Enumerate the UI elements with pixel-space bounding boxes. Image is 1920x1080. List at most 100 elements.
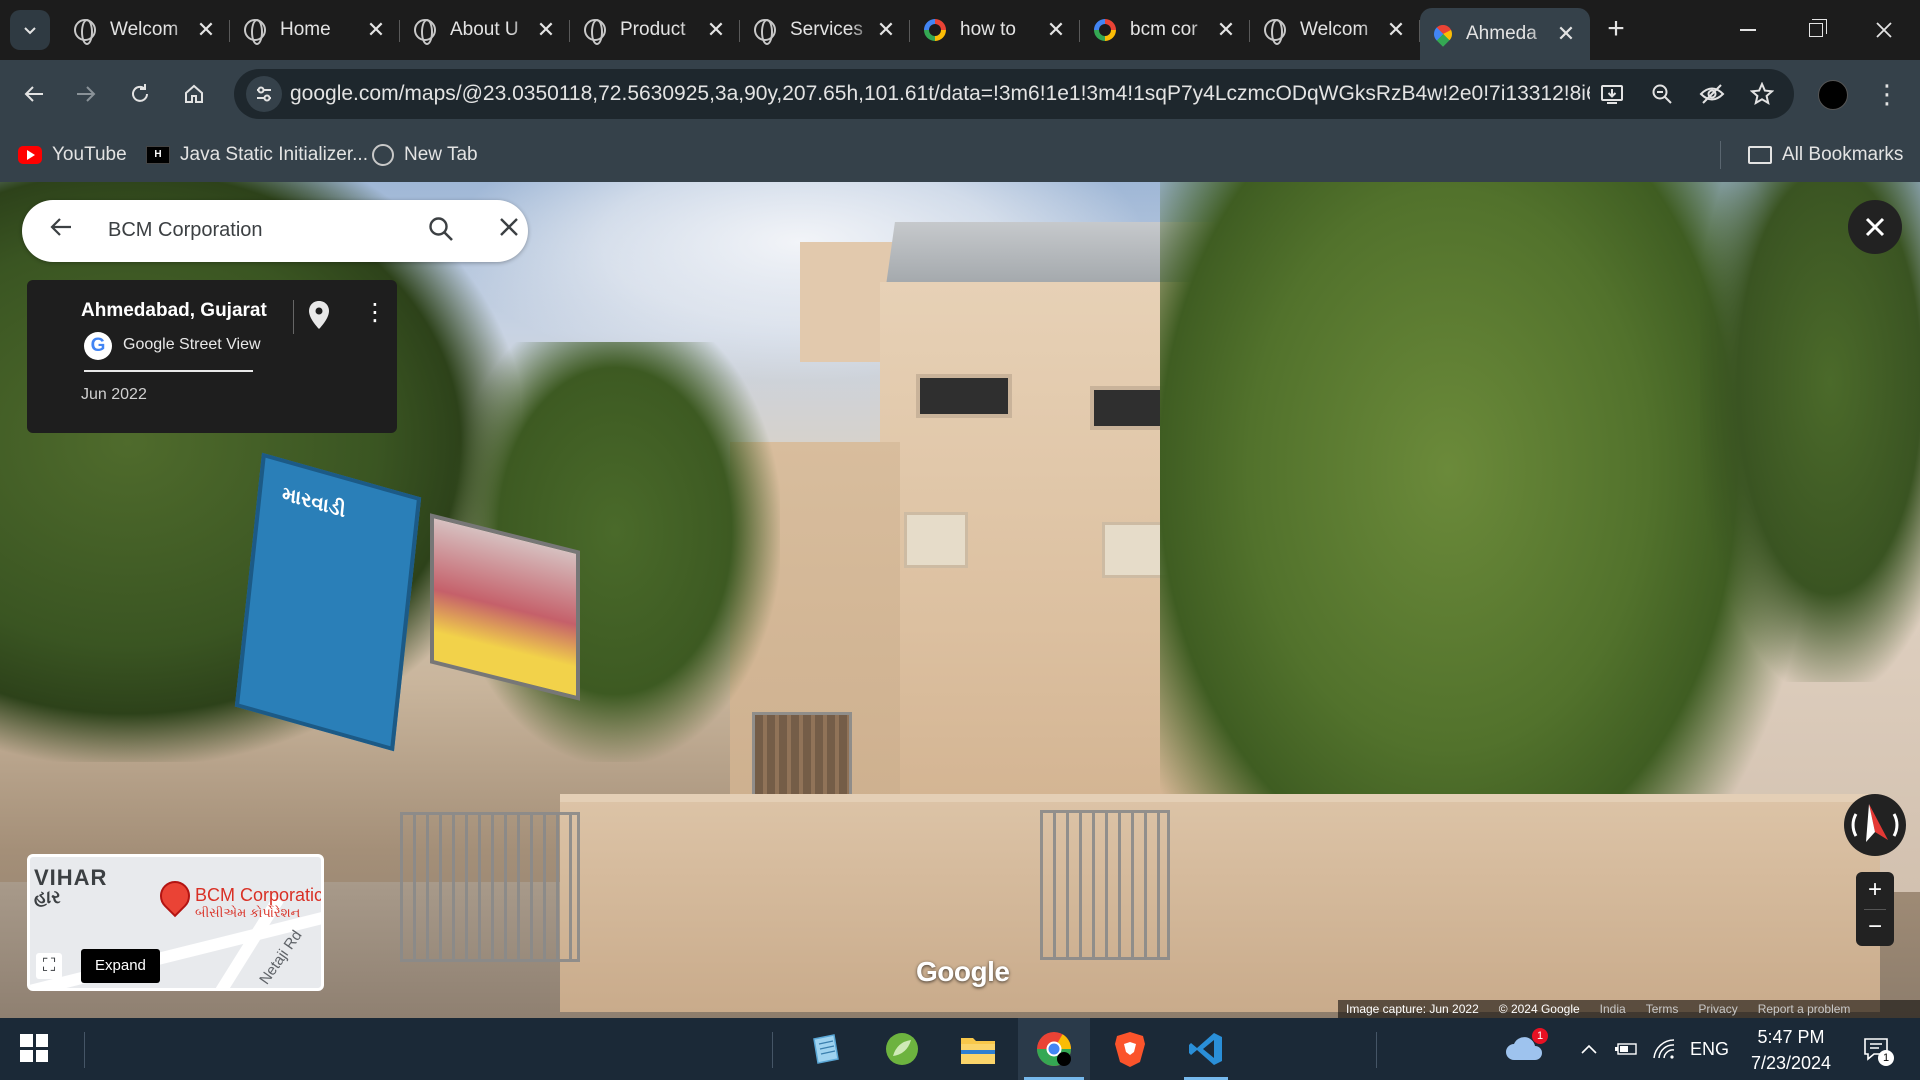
street-view-info-card: Ahmedabad, Gujarat G Google Street View … [27,280,397,433]
tab-close-icon[interactable]: ✕ [876,17,896,43]
notification-count: 1 [1878,1050,1894,1066]
reload-button[interactable] [120,74,160,114]
search-query[interactable]: BCM Corporation [108,219,263,242]
weather-widget[interactable]: 1 [1488,1018,1560,1080]
forward-button[interactable] [66,74,106,114]
tab-title: how to [960,19,1016,40]
profile-avatar[interactable] [1818,80,1848,110]
copyright-label: © 2024 Google [1498,1002,1580,1016]
tab-services[interactable]: Services ✕ [740,8,910,52]
zoom-in-button[interactable]: + [1856,872,1894,909]
taskbar-app-file-explorer[interactable] [942,1018,1014,1080]
report-problem-link[interactable]: Report a problem [1758,1002,1851,1016]
compass-control[interactable] [1844,794,1906,856]
tab-close-icon[interactable]: ✕ [1386,17,1406,43]
taskbar-app-chrome[interactable] [1018,1018,1090,1080]
back-arrow-icon[interactable] [44,214,78,248]
tab-home[interactable]: Home ✕ [230,8,400,52]
tab-bcm[interactable]: bcm cor ✕ [1080,8,1250,52]
close-icon [1865,217,1885,237]
start-button[interactable] [20,1034,48,1062]
taskbar-app-brave[interactable] [1094,1018,1166,1080]
zoom-control: + − [1856,872,1894,946]
bookmark-label: Java Static Initializer... [180,144,368,165]
google-maps-icon [1430,21,1456,47]
show-hidden-icons[interactable] [1580,1018,1598,1080]
clear-search-icon[interactable] [492,212,526,246]
taskbar-app-spring[interactable] [866,1018,938,1080]
home-button[interactable] [174,74,214,114]
action-center-button[interactable]: 1 [1862,1018,1894,1080]
terms-link[interactable]: Terms [1646,1002,1679,1016]
taskbar-clock[interactable]: 5:47 PM 7/23/2024 [1736,1024,1846,1076]
windows-logo-icon [35,1049,48,1062]
wifi-indicator[interactable] [1652,1018,1676,1080]
eye-off-icon[interactable] [1698,80,1726,108]
bookmark-java-static[interactable]: H Java Static Initializer... [146,140,368,170]
restore-button[interactable] [1782,0,1850,60]
browser-menu-icon[interactable]: ⋮ [1872,78,1902,112]
back-button[interactable] [14,74,54,114]
tab-close-icon[interactable]: ✕ [1556,21,1576,47]
site-info-button[interactable] [246,76,282,112]
region-link[interactable]: India [1600,1002,1626,1016]
bookmark-new-tab[interactable]: New Tab [372,140,478,170]
capture-date-selector[interactable]: Jun 2022 [81,386,147,404]
install-app-icon[interactable] [1598,80,1626,108]
tab-how-to[interactable]: how to ✕ [910,8,1080,52]
more-options-icon[interactable]: ⋮ [363,298,387,332]
minimap[interactable]: VIHAR હાર BCM Corporatic બીસીએમ કોર્પોરે… [27,854,324,991]
taskbar-app-notepad[interactable] [790,1018,862,1080]
browser-toolbar: google.com/maps/@23.0350118,72.5630925,3… [0,60,1920,128]
tab-product[interactable]: Product ✕ [570,8,740,52]
globe-icon [414,19,436,45]
tab-search-button[interactable] [10,10,50,50]
battery-indicator[interactable] [1614,1018,1640,1080]
zoom-icon[interactable] [1648,80,1676,108]
google-icon [1094,19,1116,41]
exit-street-view-button[interactable] [1848,200,1902,254]
hackerrank-icon: H [146,146,170,164]
maps-search-box[interactable]: BCM Corporation [22,200,528,262]
bookmark-star-icon[interactable] [1748,80,1776,108]
scene-gate-left [400,812,580,962]
chrome-icon [1037,1032,1071,1066]
tab-about[interactable]: About U ✕ [400,8,570,52]
all-bookmarks-button[interactable]: All Bookmarks [1748,140,1903,170]
language-indicator[interactable]: ENG [1690,1018,1729,1080]
bookmarks-bar: YouTube H Java Static Initializer... New… [0,128,1920,182]
url-text[interactable]: google.com/maps/@23.0350118,72.5630925,3… [290,82,1590,106]
tab-close-icon[interactable]: ✕ [196,17,216,43]
tab-ahmedabad[interactable]: Ahmeda ✕ [1420,8,1590,60]
fullscreen-icon[interactable]: ⛶ [36,953,62,979]
tab-welcome-1[interactable]: Welcom ✕ [60,8,230,52]
close-window-button[interactable] [1850,0,1918,60]
minimize-button[interactable] [1714,0,1782,60]
location-pin-icon[interactable] [307,300,333,330]
address-bar[interactable]: google.com/maps/@23.0350118,72.5630925,3… [234,69,1794,119]
windows-logo-icon [20,1049,33,1062]
tab-close-icon[interactable]: ✕ [366,17,386,43]
new-tab-button[interactable]: + [1598,12,1634,48]
tab-close-icon[interactable]: ✕ [1216,17,1236,43]
tab-close-icon[interactable]: ✕ [536,17,556,43]
scene-sign-text: મારવાડી [281,482,347,523]
privacy-link[interactable]: Privacy [1698,1002,1737,1016]
spring-icon [886,1033,918,1065]
folder-icon [1748,146,1772,164]
tab-list: Welcom ✕ Home ✕ About U ✕ Product ✕ Serv… [60,8,1590,60]
tab-close-icon[interactable]: ✕ [1046,17,1066,43]
globe-icon [74,19,96,45]
tab-welcome-2[interactable]: Welcom ✕ [1250,8,1420,52]
street-view-footer: Image capture: Jun 2022 © 2024 Google In… [1338,1000,1920,1018]
taskbar-app-vscode[interactable] [1170,1018,1242,1080]
bookmark-youtube[interactable]: YouTube [18,140,127,170]
chevron-down-icon [24,27,36,35]
search-icon[interactable] [426,214,460,248]
tab-title: Welcom [1300,19,1369,40]
google-logo: Google [916,956,1010,987]
tab-close-icon[interactable]: ✕ [706,17,726,43]
google-icon: G [84,332,112,360]
zoom-out-button[interactable]: − [1856,909,1894,946]
tab-title: Ahmeda [1466,23,1537,44]
